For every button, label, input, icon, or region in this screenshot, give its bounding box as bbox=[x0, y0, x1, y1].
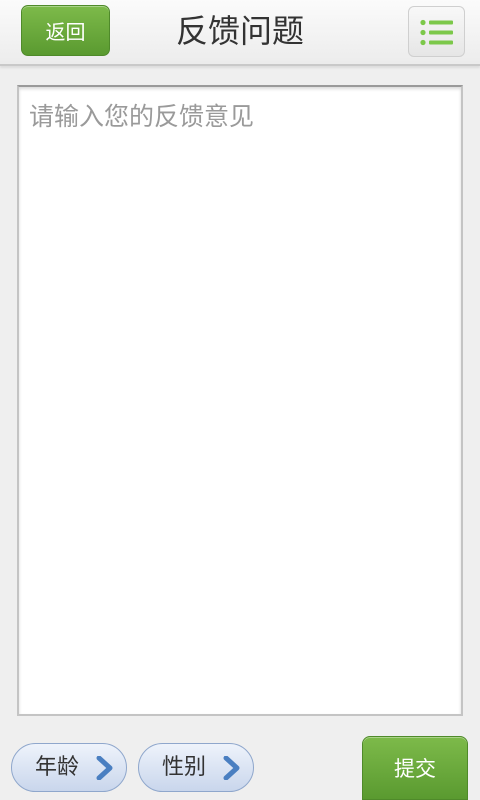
submit-button-label: 提交 bbox=[394, 757, 436, 781]
chevron-right-icon bbox=[223, 756, 240, 780]
top-bar: 返回 反馈问题 bbox=[0, 0, 480, 66]
back-button-label: 返回 bbox=[45, 20, 86, 44]
back-button[interactable]: 返回 bbox=[21, 5, 110, 56]
gender-label: 性别 bbox=[162, 755, 207, 780]
submit-button[interactable]: 提交 bbox=[362, 736, 468, 800]
feedback-textarea-container bbox=[17, 85, 463, 716]
age-selector[interactable]: 年龄 bbox=[11, 743, 127, 792]
feedback-input[interactable] bbox=[19, 87, 461, 714]
chevron-right-icon bbox=[96, 756, 113, 780]
menu-button[interactable] bbox=[408, 6, 465, 57]
page-title: 反馈问题 bbox=[175, 12, 304, 50]
gender-selector[interactable]: 性别 bbox=[138, 743, 254, 792]
age-label: 年龄 bbox=[35, 755, 80, 780]
list-menu-icon bbox=[420, 19, 453, 46]
